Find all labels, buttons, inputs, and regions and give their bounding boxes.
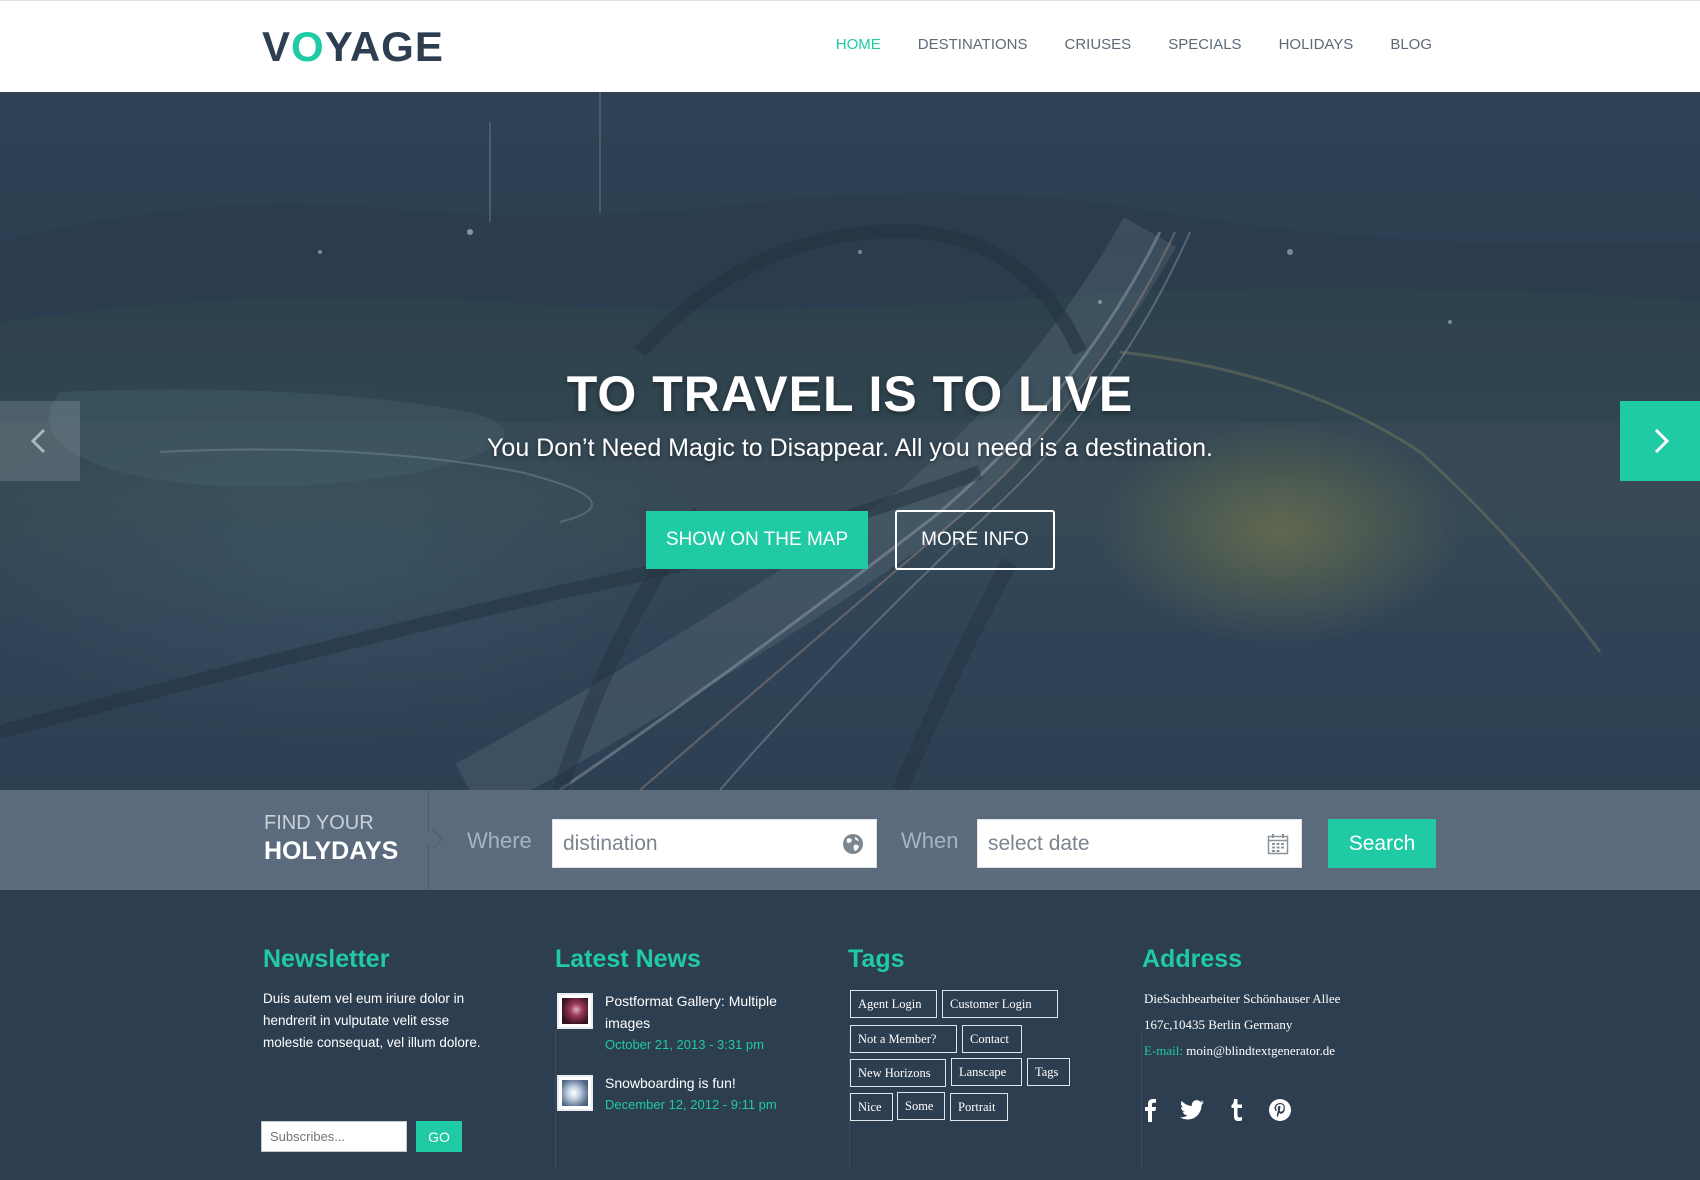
twitter-icon[interactable] [1180,1100,1204,1125]
tag-item[interactable]: Lanscape [951,1058,1022,1086]
search-divider-arrow [423,829,443,849]
news-thumbnail [557,993,593,1029]
address-line1: DieSachbearbeiter Schönhauser Allee [1144,991,1341,1006]
address-line2: 167c,10435 Berlin Germany [1144,1017,1293,1032]
tags-title: Tags [848,945,905,973]
more-info-button[interactable]: MORE INFO [895,510,1055,570]
when-label: When [901,828,959,853]
site-footer: Newsletter Duis autem vel eum iriure dol… [0,890,1700,1180]
nav-item-blog[interactable]: BLOG [1390,36,1432,53]
where-label: Where [467,828,532,853]
tag-item[interactable]: Contact [962,1025,1022,1053]
hero-title: TO TRAVEL IS TO LIVE [566,366,1134,422]
news-thumbnail [557,1075,593,1111]
holiday-search-bar: FIND YOUR HOLYDAYS Where When Search [0,790,1700,890]
newsletter-section: Newsletter Duis autem vel eum iriure dol… [261,945,503,1152]
tumblr-icon[interactable] [1228,1098,1244,1127]
nav-item-holidays[interactable]: HOLIDAYS [1279,36,1354,53]
latest-news-section: Latest News Postformat Gallery: Multiple… [555,945,825,1145]
newsletter-form: GO [261,1121,462,1152]
destination-input[interactable] [553,820,876,867]
tag-item[interactable]: Tags [1027,1058,1070,1086]
search-heading: FIND YOUR HOLYDAYS [264,812,398,866]
logo-letters-rest: YAGE [324,23,444,70]
address-block: DieSachbearbeiter Schönhauser Allee 167c… [1142,986,1422,1064]
main-nav: HOME DESTINATIONS CRIUSES SPECIALS HOLID… [836,36,1432,53]
logo-letter-v: V [262,23,292,70]
logo-letter-o: O [291,23,325,70]
search-button[interactable]: Search [1328,819,1436,868]
email-label: E-mail: [1144,1043,1183,1058]
news-title[interactable]: Postformat Gallery: Multiple images [605,990,785,1034]
site-logo[interactable]: VOYAGE [262,23,444,71]
tag-item[interactable]: Some [897,1092,945,1120]
tag-item[interactable]: Customer Login [942,990,1058,1018]
newsletter-text: Duis autem vel eum iriure dolor in hendr… [263,991,481,1050]
newsletter-email-input[interactable] [261,1121,407,1152]
tag-item[interactable]: New Horizons [850,1059,946,1087]
date-input[interactable] [978,820,1301,867]
address-email-row: E-mail: moin@blindtextgenerator.de [1144,1038,1422,1064]
news-date: October 21, 2013 - 3:31 pm [605,1037,764,1052]
tag-item[interactable]: Portrait [950,1093,1008,1121]
hero-slider: TO TRAVEL IS TO LIVE You Don’t Need Magi… [0,92,1700,790]
globe-icon [843,834,863,854]
where-field [552,819,877,868]
news-title[interactable]: Snowboarding is fun! [605,1072,785,1094]
search-heading-line1: FIND YOUR [264,812,374,834]
address-section: Address DieSachbearbeiter Schönhauser Al… [1142,945,1422,1145]
hero-subtitle: You Don’t Need Magic to Disappear. All y… [487,434,1213,462]
show-on-map-button[interactable]: SHOW ON THE MAP [646,511,868,569]
tags-section: Tags Agent Login Customer Login Not a Me… [848,945,1088,1145]
nav-item-home[interactable]: HOME [836,36,881,53]
when-field [977,819,1302,868]
nav-item-destinations[interactable]: DESTINATIONS [918,36,1028,53]
site-header: VOYAGE HOME DESTINATIONS CRIUSES SPECIAL… [0,0,1700,92]
tag-item[interactable]: Agent Login [850,990,937,1018]
newsletter-go-button[interactable]: GO [416,1121,462,1152]
social-links [1144,1098,1292,1127]
nav-item-cruises[interactable]: CRIUSES [1065,36,1132,53]
latest-news-title: Latest News [555,945,701,973]
tag-item[interactable]: Nice [850,1093,893,1121]
facebook-icon[interactable] [1144,1098,1156,1127]
news-date: December 12, 2012 - 9:11 pm [605,1097,777,1112]
newsletter-title: Newsletter [263,945,390,973]
search-heading-line2: HOLYDAYS [264,837,399,865]
nav-item-specials[interactable]: SPECIALS [1168,36,1241,53]
tag-item[interactable]: Not a Member? [850,1025,957,1053]
calendar-icon[interactable] [1267,833,1289,855]
address-title: Address [1142,945,1243,973]
news-item[interactable]: Snowboarding is fun! December 12, 2012 -… [557,1072,785,1116]
pinterest-icon[interactable] [1268,1098,1292,1127]
news-item[interactable]: Postformat Gallery: Multiple images Octo… [557,990,785,1056]
email-link[interactable]: moin@blindtextgenerator.de [1186,1043,1335,1058]
